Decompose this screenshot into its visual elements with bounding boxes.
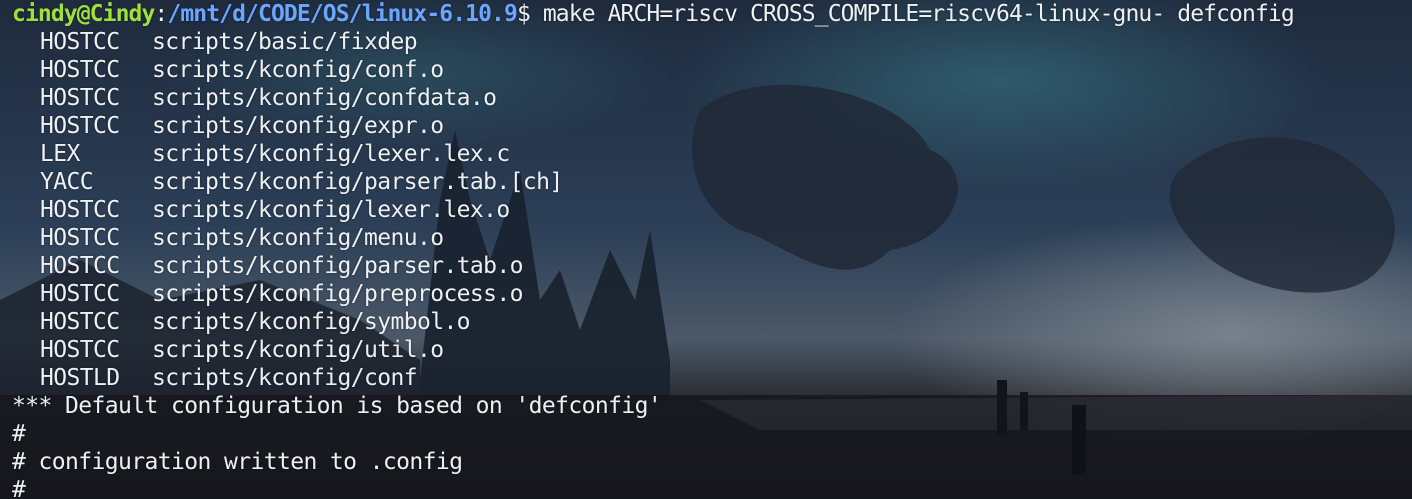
prompt-path: /mnt/d/CODE/OS/linux-6.10.9 xyxy=(167,1,517,27)
build-file: scripts/kconfig/parser.tab.[ch] xyxy=(152,169,563,195)
build-tag: LEX xyxy=(40,141,80,167)
build-tag: HOSTCC xyxy=(40,29,120,55)
build-file: scripts/kconfig/lexer.lex.c xyxy=(152,141,510,167)
build-file: scripts/kconfig/conf.o xyxy=(152,57,444,83)
build-tag: HOSTCC xyxy=(40,85,120,111)
build-file: scripts/kconfig/symbol.o xyxy=(152,309,471,335)
build-file: scripts/kconfig/parser.tab.o xyxy=(152,253,524,279)
output-line: *** Default configuration is based on 'd… xyxy=(12,393,662,419)
build-line: HOSTCC scripts/kconfig/conf.o xyxy=(12,56,1412,84)
build-line: HOSTLD scripts/kconfig/conf xyxy=(12,364,1412,392)
build-line: HOSTCC scripts/basic/fixdep xyxy=(12,28,1412,56)
build-file: scripts/kconfig/expr.o xyxy=(152,113,444,139)
build-file: scripts/kconfig/conf xyxy=(152,365,418,391)
prompt-separator: : xyxy=(154,1,168,27)
build-file: scripts/kconfig/confdata.o xyxy=(152,85,497,111)
build-line: YACC scripts/kconfig/parser.tab.[ch] xyxy=(12,168,1412,196)
build-tag: HOSTCC xyxy=(40,197,120,223)
build-tag: HOSTCC xyxy=(40,113,120,139)
output-line: # xyxy=(12,421,26,447)
terminal-output[interactable]: cindy@Cindy:/mnt/d/CODE/OS/linux-6.10.9$… xyxy=(0,0,1412,499)
build-line: HOSTCC scripts/kconfig/preprocess.o xyxy=(12,280,1412,308)
build-file: scripts/basic/fixdep xyxy=(152,29,418,55)
terminal-window[interactable]: cindy@Cindy:/mnt/d/CODE/OS/linux-6.10.9$… xyxy=(0,0,1412,499)
build-line: HOSTCC scripts/kconfig/util.o xyxy=(12,336,1412,364)
build-tag: HOSTCC xyxy=(40,57,120,83)
prompt-user-host: cindy@Cindy xyxy=(12,1,155,27)
build-tag: HOSTCC xyxy=(40,337,120,363)
build-tag: HOSTLD xyxy=(40,365,120,391)
build-tag: HOSTCC xyxy=(40,281,120,307)
prompt-symbol: $ xyxy=(516,1,531,27)
output-line: # xyxy=(12,477,26,499)
build-tag: YACC xyxy=(40,169,94,195)
build-file: scripts/kconfig/menu.o xyxy=(152,225,444,251)
build-line: LEX scripts/kconfig/lexer.lex.c xyxy=(12,140,1412,168)
build-file: scripts/kconfig/util.o xyxy=(152,337,444,363)
prompt-line: cindy@Cindy:/mnt/d/CODE/OS/linux-6.10.9$… xyxy=(12,0,1412,28)
output-line: # configuration written to .config xyxy=(12,449,463,475)
build-line: HOSTCC scripts/kconfig/symbol.o xyxy=(12,308,1412,336)
build-tag: HOSTCC xyxy=(40,309,120,335)
build-file: scripts/kconfig/preprocess.o xyxy=(152,281,524,307)
build-line: HOSTCC scripts/kconfig/menu.o xyxy=(12,224,1412,252)
build-line: HOSTCC scripts/kconfig/expr.o xyxy=(12,112,1412,140)
build-line: HOSTCC scripts/kconfig/confdata.o xyxy=(12,84,1412,112)
build-line: HOSTCC scripts/kconfig/lexer.lex.o xyxy=(12,196,1412,224)
build-tag: HOSTCC xyxy=(40,253,120,279)
command-text: make ARCH=riscv CROSS_COMPILE=riscv64-li… xyxy=(529,1,1295,27)
build-line: HOSTCC scripts/kconfig/parser.tab.o xyxy=(12,252,1412,280)
build-tag: HOSTCC xyxy=(40,225,120,251)
build-file: scripts/kconfig/lexer.lex.o xyxy=(152,197,510,223)
